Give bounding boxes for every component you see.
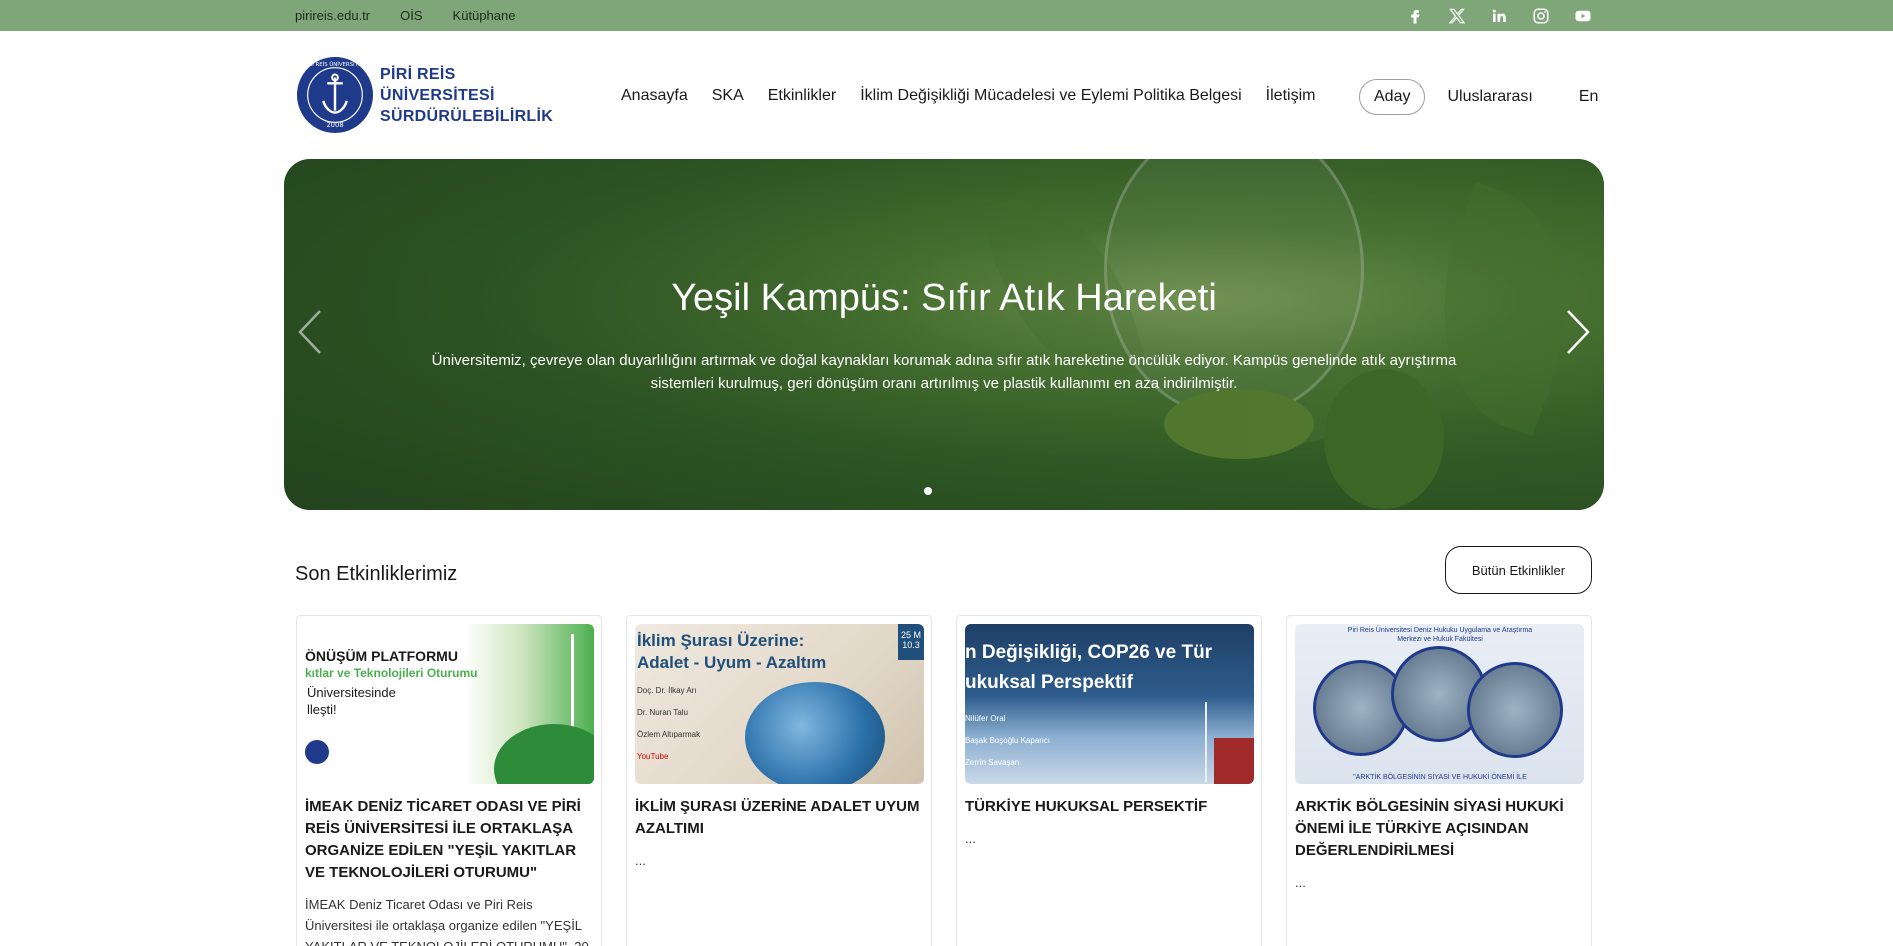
event-card[interactable]: Piri Reis Üniversitesi Deniz Hukuku Uygu… bbox=[1286, 615, 1592, 946]
hero-prev-button[interactable] bbox=[290, 307, 330, 357]
image-heading: ukuksal Perspektif bbox=[965, 672, 1133, 693]
hero-next-button[interactable] bbox=[1558, 307, 1598, 357]
all-events-button[interactable]: Bütün Etkinlikler bbox=[1445, 546, 1592, 594]
event-cards: ÖNÜŞÜM PLATFORMU kıtlar ve Teknolojileri… bbox=[296, 615, 1592, 946]
nav-right: Aday Uluslararası En bbox=[1359, 79, 1598, 115]
image-heading: Adalet - Uyum - Azaltım bbox=[637, 653, 827, 672]
language-switch[interactable]: En bbox=[1579, 88, 1599, 106]
x-icon[interactable] bbox=[1447, 6, 1467, 26]
event-card-desc: ... bbox=[965, 831, 976, 846]
image-date-badge: 25 M 10.3 bbox=[898, 624, 924, 660]
image-heading: İklim Şurası Üzerine: bbox=[637, 631, 805, 650]
image-text: İklim Şurası Üzerine: Adalet - Uyum - Az… bbox=[637, 630, 826, 674]
event-card[interactable]: n Değişikliği, COP26 ve Tür ukuksal Pers… bbox=[956, 615, 1262, 946]
image-text: Zerrin Savaşan bbox=[965, 758, 1020, 767]
globe-image bbox=[745, 682, 885, 784]
image-text: Nilüfer Oral bbox=[965, 714, 1006, 723]
top-links: pirireis.edu.tr OİS Kütüphane bbox=[295, 0, 515, 31]
logo-line-1: PİRİ REİS bbox=[380, 65, 456, 83]
top-link-library[interactable]: Kütüphane bbox=[453, 8, 516, 23]
event-card-desc: ... bbox=[635, 853, 646, 868]
arctic-photo-circle bbox=[1467, 662, 1563, 758]
top-bar: pirireis.edu.tr OİS Kütüphane bbox=[0, 0, 1893, 31]
event-card[interactable]: ÖNÜŞÜM PLATFORMU kıtlar ve Teknolojileri… bbox=[296, 615, 602, 946]
event-card-title[interactable]: İMEAK DENİZ TİCARET ODASI VE PİRİ REİS Ü… bbox=[305, 796, 593, 884]
image-text: kıtlar ve Teknolojileri Oturumu bbox=[305, 666, 478, 680]
event-card-image: Piri Reis Üniversitesi Deniz Hukuku Uygu… bbox=[1295, 624, 1584, 784]
image-text: Doç. Dr. İlkay Arı bbox=[637, 686, 697, 695]
linkedin-icon[interactable] bbox=[1489, 6, 1509, 26]
image-time: 10.3 bbox=[902, 640, 920, 650]
facebook-icon[interactable] bbox=[1405, 6, 1425, 26]
image-text: Özlem Altıparmak bbox=[637, 730, 701, 739]
hero-slider: Yeşil Kampüs: Sıfır Atık Hareketi Üniver… bbox=[284, 159, 1604, 510]
image-heading: n Değişikliği, COP26 ve Tür bbox=[965, 642, 1213, 663]
nav-item-ska[interactable]: SKA bbox=[712, 87, 744, 105]
site-logo[interactable]: 2008 PİRİ REİS ÜNİVERSİTESİ PİRİ REİS ÜN… bbox=[296, 56, 553, 134]
event-card-title[interactable]: ARKTİK BÖLGESİNİN SİYASİ HUKUKİ ÖNEMİ İL… bbox=[1295, 796, 1583, 862]
hero-title: Yeşil Kampüs: Sıfır Atık Hareketi bbox=[671, 277, 1217, 319]
uluslararasi-link[interactable]: Uluslararası bbox=[1447, 88, 1532, 106]
top-link-pirireis[interactable]: pirireis.edu.tr bbox=[295, 8, 370, 23]
image-text: Piri Reis Üniversitesi Deniz Hukuku Uygu… bbox=[1347, 627, 1533, 643]
event-card-desc: ... bbox=[1295, 875, 1306, 890]
event-card-title[interactable]: TÜRKİYE HUKUKSAL PERSEKTİF bbox=[965, 796, 1253, 818]
svg-text:2008: 2008 bbox=[326, 121, 343, 129]
top-link-ois[interactable]: OİS bbox=[400, 8, 422, 23]
roof-decoration bbox=[1214, 738, 1254, 784]
image-text-line: Üniversitesinde bbox=[307, 685, 396, 700]
image-text: "ARKTİK BÖLGESİNİN SİYASİ VE HUKUKİ ÖNEM… bbox=[1353, 774, 1527, 781]
section-title: Son Etkinliklerimiz bbox=[295, 563, 458, 585]
nav-item-etkinlikler[interactable]: Etkinlikler bbox=[768, 87, 836, 105]
hero-slide-indicator[interactable] bbox=[924, 487, 932, 495]
image-text: Dr. Nuran Talu bbox=[637, 708, 688, 717]
main-nav: Anasayfa SKA Etkinlikler İklim Değişikli… bbox=[621, 87, 1315, 105]
youtube-icon[interactable] bbox=[1573, 6, 1593, 26]
hero-text: Üniversitemiz, çevreye olan duyarlılığın… bbox=[431, 352, 1457, 392]
svg-text:PİRİ REİS ÜNİVERSİTESİ: PİRİ REİS ÜNİVERSİTESİ bbox=[304, 61, 367, 68]
youtube-icon: YouTube bbox=[637, 752, 669, 761]
event-card-image: İklim Şurası Üzerine: Adalet - Uyum - Az… bbox=[635, 624, 924, 784]
social-links bbox=[1405, 0, 1593, 31]
logo-line-3: SÜRDÜRÜLEBİLİRLİK bbox=[380, 107, 554, 125]
image-text: n Değişikliği, COP26 ve Tür ukuksal Pers… bbox=[965, 638, 1212, 698]
image-text-line: lleşti! bbox=[307, 702, 337, 717]
instagram-icon[interactable] bbox=[1531, 6, 1551, 26]
event-card[interactable]: İklim Şurası Üzerine: Adalet - Uyum - Az… bbox=[626, 615, 932, 946]
wind-turbine-decoration bbox=[1205, 702, 1207, 782]
logo-text: PİRİ REİS ÜNİVERSİTESİ SÜRDÜRÜLEBİLİRLİK bbox=[380, 64, 553, 127]
university-seal-icon: 2008 PİRİ REİS ÜNİVERSİTESİ bbox=[296, 56, 374, 134]
nav-item-iklim-politika[interactable]: İklim Değişikliği Mücadelesi ve Eylemi P… bbox=[860, 87, 1241, 105]
site-header: 2008 PİRİ REİS ÜNİVERSİTESİ PİRİ REİS ÜN… bbox=[0, 31, 1893, 159]
image-date: 25 M bbox=[900, 630, 921, 640]
hero-overlay bbox=[284, 159, 1604, 510]
chevron-left-icon bbox=[298, 310, 321, 354]
green-decoration bbox=[494, 724, 594, 784]
image-text: Başak Boşoğlu Kapancı bbox=[965, 736, 1050, 745]
university-seal-icon bbox=[305, 740, 329, 764]
event-card-image: ÖNÜŞÜM PLATFORMU kıtlar ve Teknolojileri… bbox=[305, 624, 594, 784]
event-card-image: n Değişikliği, COP26 ve Tür ukuksal Pers… bbox=[965, 624, 1254, 784]
nav-item-iletisim[interactable]: İletişim bbox=[1266, 87, 1316, 105]
nav-item-anasayfa[interactable]: Anasayfa bbox=[621, 87, 688, 105]
event-card-title[interactable]: İKLİM ŞURASI ÜZERİNE ADALET UYUM AZALTIM… bbox=[635, 796, 923, 840]
chevron-right-icon bbox=[1567, 310, 1590, 354]
image-text: Üniversitesinde lleşti! bbox=[307, 684, 396, 718]
aday-button[interactable]: Aday bbox=[1359, 79, 1426, 115]
logo-line-2: ÜNİVERSİTESİ bbox=[380, 86, 495, 104]
image-text: ÖNÜŞÜM PLATFORMU bbox=[305, 648, 458, 664]
event-card-desc: İMEAK Deniz Ticaret Odası ve Piri Reis Ü… bbox=[305, 897, 589, 946]
